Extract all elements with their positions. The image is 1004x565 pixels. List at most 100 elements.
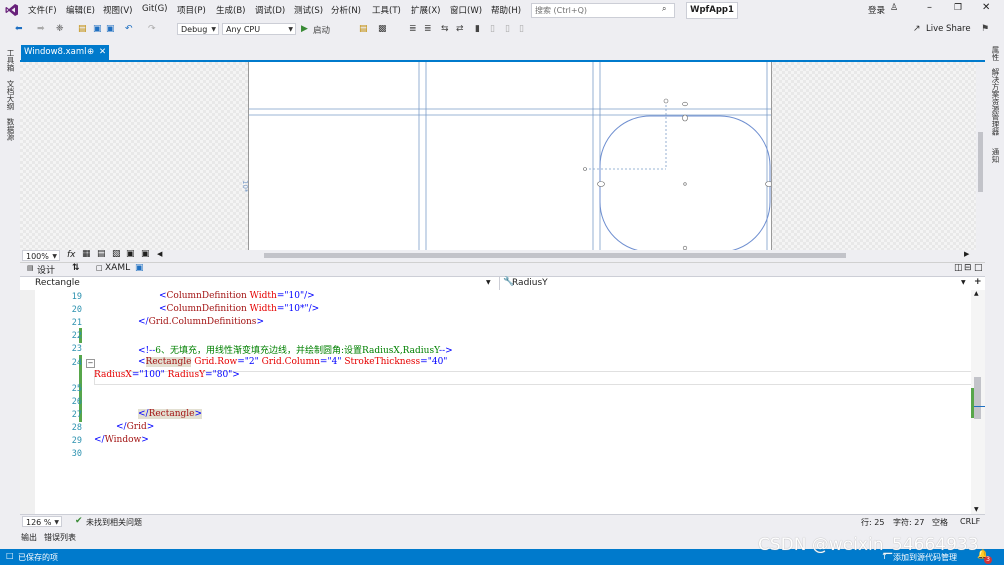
platform-dropdown[interactable]: Any CPU ▼ <box>222 23 296 35</box>
effects-toggle[interactable]: fx <box>67 250 76 260</box>
live-share-button[interactable]: Live Share <box>926 24 971 34</box>
xaml-designer[interactable]: 10* <box>20 62 985 250</box>
line-number: 25 <box>71 383 82 394</box>
editor-vscroll-thumb[interactable] <box>974 377 981 419</box>
bookmark-clear-icon[interactable]: ▯ <box>519 24 524 34</box>
designer-zoom-dropdown[interactable]: 100% ▼ <box>22 250 60 261</box>
output-tab[interactable]: 输出 <box>21 532 37 543</box>
designer-vscroll[interactable] <box>976 62 985 250</box>
open-folder-icon[interactable]: ▤ <box>78 24 87 34</box>
designer-vscroll-thumb[interactable] <box>978 132 983 192</box>
configuration-dropdown[interactable]: Debug ▼ <box>177 23 219 35</box>
split-horizontal-icon[interactable]: ◫ <box>954 263 963 273</box>
toolbar-icon-1[interactable]: ▤ <box>359 24 368 34</box>
menu-item[interactable]: 视图(V) <box>103 4 132 16</box>
element-dropdown[interactable]: Rectangle ▼ <box>20 277 495 290</box>
restore-button[interactable]: ❐ <box>954 3 962 13</box>
code-token: ="100" <box>131 369 165 380</box>
snap-lines-icon[interactable]: ▣ <box>141 249 150 259</box>
toolbar-icon-6[interactable]: ⇄ <box>456 24 464 34</box>
start-icon[interactable]: ▶ <box>301 24 308 34</box>
menu-item[interactable]: 测试(S) <box>294 4 323 16</box>
menu-item[interactable]: 调试(D) <box>255 4 285 16</box>
start-button[interactable]: 启动 <box>313 24 330 36</box>
menu-item[interactable]: 分析(N) <box>331 4 361 16</box>
close-tab-icon[interactable]: ✕ <box>99 45 106 60</box>
pin-icon[interactable]: ⊕ <box>87 45 94 60</box>
bookmark-icon[interactable]: ▮ <box>475 24 480 34</box>
line-ending-indicator[interactable]: CRLF <box>960 517 980 526</box>
data-sources-tab[interactable]: 数据源 <box>5 118 16 141</box>
designer-hscroll-thumb[interactable] <box>264 253 846 258</box>
grid-lines-icon[interactable]: ▤ <box>97 249 106 259</box>
code-token: < <box>159 291 167 301</box>
line-indicator[interactable]: 行: 25 <box>861 517 884 528</box>
code-token: ="4" <box>319 356 342 367</box>
menu-item[interactable]: 项目(P) <box>177 4 206 16</box>
forward-icon[interactable]: ➡ <box>37 24 45 34</box>
bookmark-next-icon[interactable]: ▯ <box>505 24 510 34</box>
design-tab[interactable]: 设计 <box>37 263 55 276</box>
document-tab[interactable]: Window8.xaml ⊕ ✕ <box>21 45 109 60</box>
close-window-button[interactable]: ✕ <box>982 2 990 13</box>
menu-item[interactable]: 窗口(W) <box>450 4 482 16</box>
back-icon[interactable]: ⬅ <box>15 24 23 34</box>
configuration-value: Debug <box>181 25 208 34</box>
grid-icon[interactable]: ▦ <box>82 249 91 259</box>
change-overview-marker <box>971 388 974 418</box>
scroll-up-icon[interactable]: ▲ <box>974 290 979 297</box>
solution-explorer-tab[interactable]: 解决方案资源管理器 <box>990 68 1001 136</box>
member-dropdown[interactable]: 🔧 RadiusY ▼ <box>499 277 970 290</box>
feedback-icon[interactable]: ⚑ <box>981 24 989 34</box>
undo-icon[interactable]: ↶ <box>125 24 133 34</box>
split-vertical-icon[interactable]: ⊟ <box>964 263 972 273</box>
save-icon[interactable]: ▣ <box>93 24 102 34</box>
xaml-code-editor[interactable]: − 19 <ColumnDefinition Width="10"/> 20 <Col… <box>20 290 985 514</box>
issues-status[interactable]: 未找到相关问题 <box>86 517 142 528</box>
swap-panes-icon[interactable]: ⇅ <box>72 263 80 273</box>
watermark: CSDN @weixin_54664933 <box>758 535 979 555</box>
snap-icon[interactable]: ▧ <box>112 249 121 259</box>
menu-item[interactable]: Git(G) <box>142 4 168 14</box>
collapse-pane-icon[interactable]: □ <box>974 263 983 273</box>
toolbar-icon-2[interactable]: ▩ <box>378 24 387 34</box>
save-all-icon[interactable]: ▣ <box>106 24 115 34</box>
editor-vscroll[interactable]: ▲ ▼ <box>971 290 985 514</box>
menu-item[interactable]: 生成(B) <box>216 4 245 16</box>
code-token: <!-- <box>138 346 156 357</box>
menu-item[interactable]: 帮助(H) <box>491 4 521 16</box>
toolbar-icon-5[interactable]: ⇆ <box>441 24 449 34</box>
scroll-left-icon[interactable]: ◀ <box>157 250 162 258</box>
error-list-tab[interactable]: 错误列表 <box>44 532 76 543</box>
xaml-tab[interactable]: XAML <box>105 263 130 273</box>
live-share-icon[interactable]: ↗ <box>913 24 921 34</box>
menu-item[interactable]: 扩展(X) <box>411 4 440 16</box>
scroll-down-icon[interactable]: ▼ <box>974 506 979 513</box>
menu-item[interactable]: 编辑(E) <box>66 4 95 16</box>
account-icon[interactable]: ♙ <box>890 3 898 13</box>
menu-item[interactable]: 工具(T) <box>372 4 401 16</box>
saved-status: 已保存的项 <box>18 553 58 562</box>
design-canvas[interactable]: 10* <box>241 62 772 250</box>
new-item-icon[interactable]: ❈ <box>56 24 64 34</box>
notifications-tab[interactable]: 通知 <box>990 148 1001 163</box>
toolbar-icon-4[interactable]: ≣ <box>424 24 432 34</box>
collapse-toggle[interactable]: − <box>86 359 95 368</box>
minimize-button[interactable]: – <box>927 2 932 13</box>
char-indicator[interactable]: 字符: 27 <box>893 517 924 528</box>
artboard-icon[interactable]: ▣ <box>126 249 135 259</box>
add-pane-icon[interactable]: + <box>974 277 982 287</box>
login-link[interactable]: 登录 <box>868 4 885 16</box>
menu-item[interactable]: 文件(F) <box>28 4 57 16</box>
scroll-right-icon[interactable]: ▶ <box>964 250 969 258</box>
popout-xaml-icon[interactable]: ▣ <box>135 263 144 273</box>
bookmark-prev-icon[interactable]: ▯ <box>490 24 495 34</box>
toolbox-tab[interactable]: 工具箱 <box>5 49 16 72</box>
search-box[interactable]: 搜索 (Ctrl+Q) ⌕ <box>531 3 675 18</box>
properties-tab[interactable]: 属性 <box>990 46 1001 61</box>
whitespace-indicator[interactable]: 空格 <box>932 517 948 528</box>
editor-zoom-dropdown[interactable]: 126 % ▼ <box>22 516 62 527</box>
toolbar-icon-3[interactable]: ≣ <box>409 24 417 34</box>
redo-icon[interactable]: ↷ <box>148 24 156 34</box>
document-outline-tab[interactable]: 文档大纲 <box>5 80 16 110</box>
